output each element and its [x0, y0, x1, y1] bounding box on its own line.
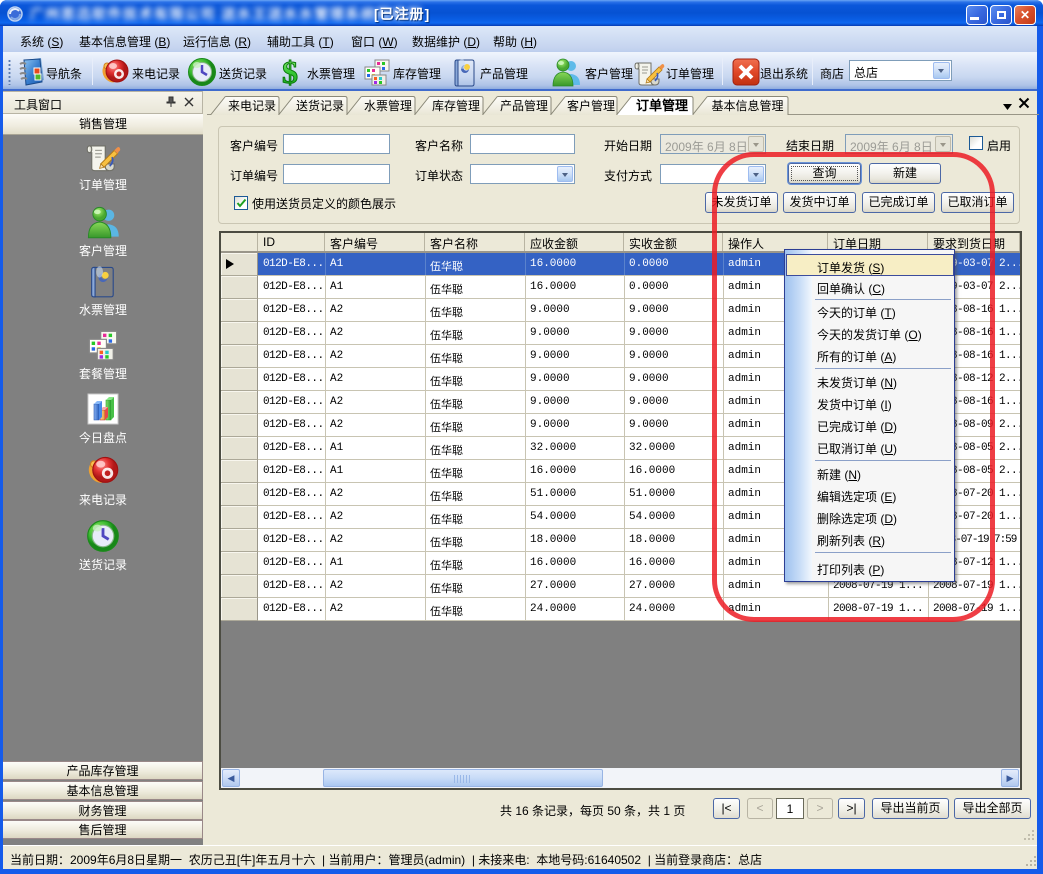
svg-text:基本信息管理: 基本信息管理: [711, 98, 783, 113]
svg-text:客户管理: 客户管理: [567, 98, 615, 113]
svg-text:订单管理: 订单管理: [636, 98, 688, 113]
svg-text:送货记录: 送货记录: [296, 98, 344, 113]
svg-text:库存管理: 库存管理: [432, 98, 480, 113]
svg-text:水票管理: 水票管理: [364, 98, 412, 113]
svg-text:产品管理: 产品管理: [500, 98, 548, 113]
svg-text:来电记录: 来电记录: [228, 99, 276, 113]
svg-text:$: $: [282, 56, 298, 88]
